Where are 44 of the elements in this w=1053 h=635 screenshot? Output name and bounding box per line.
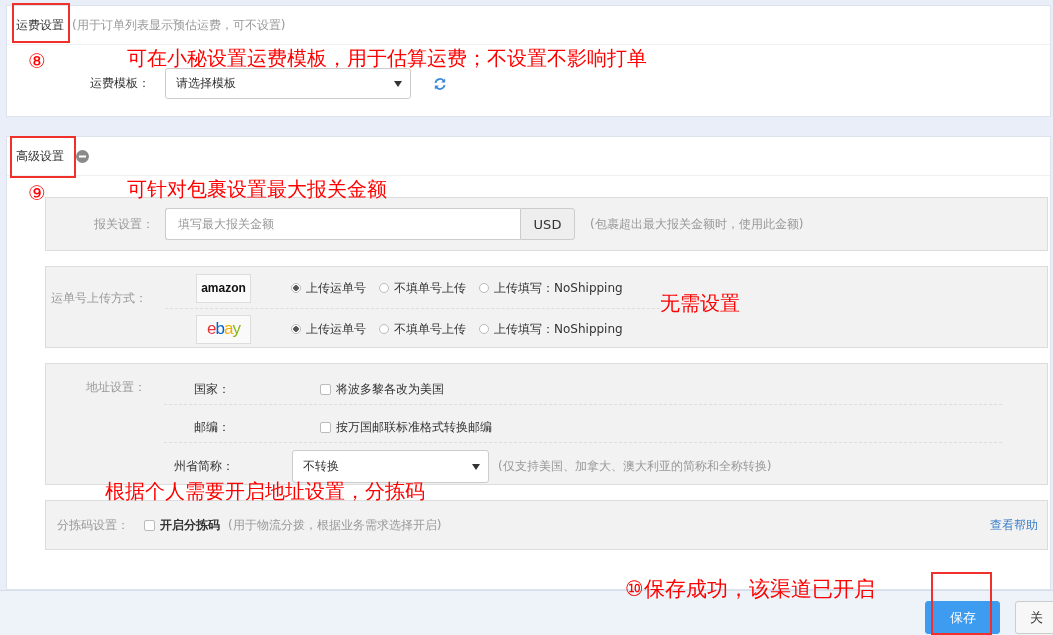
template-select[interactable]: 请选择模板	[165, 68, 411, 99]
help-link[interactable]: 查看帮助	[990, 516, 1038, 534]
field-label: 州省简称：	[173, 458, 234, 475]
field-label: 国家：	[194, 380, 230, 398]
hint-text: (仅支持美国、加拿大、澳大利亚的简称和全称转换)	[498, 458, 772, 475]
field-label: 运费模板：	[90, 75, 151, 92]
annotation-number: ⑨	[28, 183, 46, 203]
hint-text: (用于订单列表显示预估运费，可不设置)	[72, 16, 286, 34]
refresh-icon[interactable]	[433, 76, 447, 91]
annotation-text: 根据个人需要开启地址设置，分拣码	[105, 481, 425, 501]
annotation-text: 可在小秘设置运费模板，用于估算运费；不设置不影响打单	[127, 48, 647, 68]
amount-input[interactable]: 填写最大报关金额	[165, 208, 520, 240]
radio-option[interactable]: 上传填写：NoShipping	[479, 279, 623, 297]
annotation-text: ⑩保存成功，该渠道已开启	[625, 579, 875, 600]
collapse-icon[interactable]	[76, 149, 89, 163]
checkbox[interactable]	[320, 383, 331, 395]
checkbox[interactable]	[144, 519, 155, 531]
radio-option[interactable]: 上传运单号	[291, 279, 366, 297]
caret-icon	[472, 463, 480, 470]
checkbox-label: 将波多黎各改为美国	[336, 380, 444, 398]
annotation-number: ⑧	[28, 51, 46, 71]
field-label: 邮编：	[194, 418, 230, 436]
caret-icon	[394, 80, 402, 87]
platform-logo: amazon	[196, 273, 251, 303]
annotation-text: 可针对包裹设置最大报关金额	[127, 179, 387, 199]
currency-addon: USD	[520, 208, 575, 240]
section-title: 高级设置	[16, 147, 64, 165]
checkbox[interactable]	[320, 421, 331, 433]
radio-option[interactable]: 不填单号上传	[379, 320, 466, 338]
field-label: 运单号上传方式：	[50, 290, 147, 307]
checkbox-label: 开启分拣码	[160, 516, 220, 534]
radio-option[interactable]: 不填单号上传	[379, 279, 466, 297]
platform-logo: ebay	[196, 314, 251, 344]
hint-text: (用于物流分拨，根据业务需求选择开启)	[228, 516, 442, 534]
field-label: 分拣码设置：	[57, 516, 129, 534]
hint-text: (包裹超出最大报关金额时，使用此金额)	[590, 215, 804, 233]
field-label: 报关设置：	[93, 215, 154, 233]
annotation-text: 无需设置	[660, 293, 740, 313]
checkbox-label: 按万国邮联标准格式转换邮编	[336, 418, 492, 436]
field-label: 地址设置：	[85, 379, 146, 396]
radio-option[interactable]: 上传填写：NoShipping	[479, 320, 623, 338]
section-title: 运费设置	[16, 16, 64, 34]
close-button[interactable]: 关	[1015, 601, 1053, 634]
radio-option[interactable]: 上传运单号	[291, 320, 366, 338]
